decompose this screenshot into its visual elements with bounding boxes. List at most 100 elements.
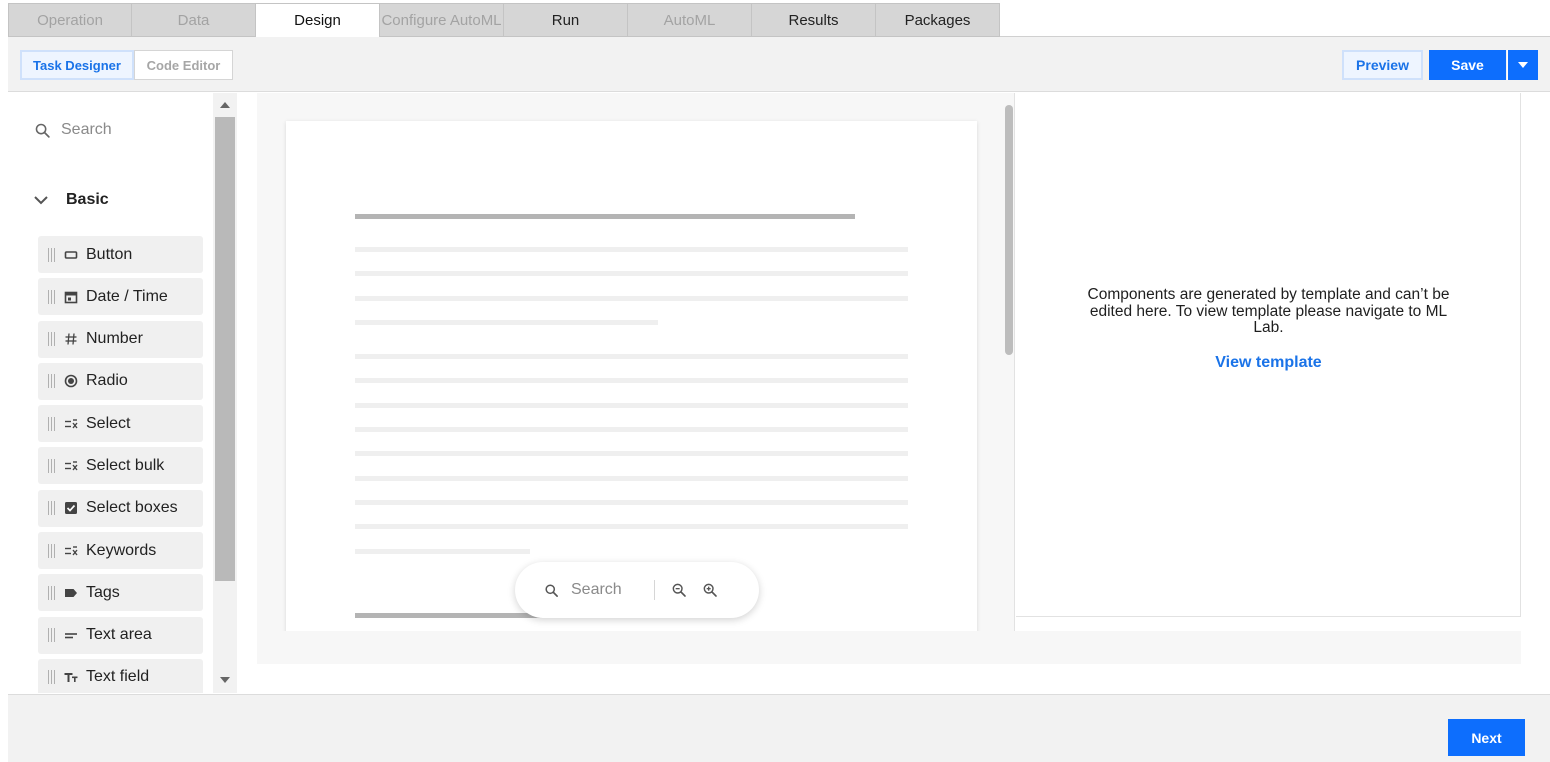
scroll-up-icon[interactable] xyxy=(220,102,230,108)
footer: Next xyxy=(8,694,1550,762)
save-button[interactable]: Save xyxy=(1429,50,1506,80)
text-placeholder xyxy=(355,549,530,554)
scroll-thumb[interactable] xyxy=(215,117,235,581)
component-search-placeholder: Search xyxy=(61,121,112,138)
tab-packages[interactable]: Packages xyxy=(876,3,1000,37)
calendar-icon xyxy=(64,290,78,304)
search-icon[interactable] xyxy=(544,583,559,598)
design-canvas xyxy=(257,93,1015,631)
text-placeholder xyxy=(355,320,658,325)
component-label: Text area xyxy=(86,626,152,644)
canvas-bottom-strip xyxy=(257,631,1521,664)
radio-icon xyxy=(64,374,78,388)
drag-handle-icon[interactable] xyxy=(48,628,58,643)
component-label: Date / Time xyxy=(86,287,168,305)
properties-panel: Components are generated by template and… xyxy=(1016,93,1521,617)
drag-handle-icon[interactable] xyxy=(48,416,58,431)
tab-configure-automl[interactable]: Configure AutoML xyxy=(380,3,504,37)
component-label: Number xyxy=(86,330,143,348)
component-select[interactable]: Select xyxy=(38,405,203,443)
sidebar-scrollbar[interactable] xyxy=(213,93,237,693)
component-tags[interactable]: Tags xyxy=(38,574,203,612)
drag-handle-icon[interactable] xyxy=(48,543,58,558)
title-placeholder xyxy=(355,214,855,219)
task-designer-button[interactable]: Task Designer xyxy=(20,50,134,80)
text-placeholder xyxy=(355,476,908,481)
drag-handle-icon[interactable] xyxy=(48,247,58,262)
canvas-search-toolbar: Search xyxy=(515,562,759,618)
drag-handle-icon[interactable] xyxy=(48,332,58,347)
component-label: Text field xyxy=(86,668,150,686)
view-template-link[interactable]: View template xyxy=(1016,354,1521,372)
checkbox-icon xyxy=(64,501,78,515)
component-radio[interactable]: Radio xyxy=(38,362,203,400)
component-list: Button Date / Time Number Radio Select S… xyxy=(38,236,203,693)
canvas-search-input[interactable]: Search xyxy=(571,581,622,599)
basic-group-header[interactable]: Basic xyxy=(34,191,109,209)
text-placeholder xyxy=(355,427,908,432)
select-icon xyxy=(64,417,78,431)
drag-handle-icon[interactable] xyxy=(48,585,58,600)
drag-handle-icon[interactable] xyxy=(48,670,58,685)
drag-handle-icon[interactable] xyxy=(48,501,58,516)
component-date-time[interactable]: Date / Time xyxy=(38,278,203,316)
tab-design[interactable]: Design xyxy=(256,3,380,37)
text-placeholder xyxy=(355,296,908,301)
canvas-scrollbar[interactable] xyxy=(1005,105,1013,355)
text-area-icon xyxy=(64,628,78,642)
text-placeholder xyxy=(355,524,908,529)
component-label: Button xyxy=(86,245,133,263)
text-placeholder xyxy=(355,247,908,252)
hash-icon xyxy=(64,332,78,346)
component-select-boxes[interactable]: Select boxes xyxy=(38,489,203,527)
component-select-bulk[interactable]: Select bulk xyxy=(38,447,203,485)
tab-bar: Operation Data Design Configure AutoML R… xyxy=(8,3,1000,37)
zoom-in-icon[interactable] xyxy=(702,582,718,598)
tag-icon xyxy=(64,586,78,600)
select-icon xyxy=(64,459,78,473)
component-sidebar: Search Basic Button Date / Time Number R… xyxy=(8,93,213,693)
text-placeholder xyxy=(355,500,908,505)
group-label: Basic xyxy=(66,191,109,208)
tab-automl[interactable]: AutoML xyxy=(628,3,752,37)
tab-run[interactable]: Run xyxy=(504,3,628,37)
component-label: Tags xyxy=(86,583,120,601)
button-icon xyxy=(64,248,78,262)
component-search[interactable]: Search xyxy=(34,119,112,141)
divider xyxy=(653,580,655,600)
scroll-down-icon[interactable] xyxy=(220,677,230,683)
search-icon xyxy=(35,123,50,138)
tab-results[interactable]: Results xyxy=(752,3,876,37)
caret-down-icon xyxy=(1518,62,1528,68)
preview-button[interactable]: Preview xyxy=(1342,50,1423,80)
component-label: Select xyxy=(86,414,131,432)
component-label: Select boxes xyxy=(86,499,178,517)
drag-handle-icon[interactable] xyxy=(48,289,58,304)
code-editor-button[interactable]: Code Editor xyxy=(134,50,233,80)
text-placeholder xyxy=(355,451,908,456)
next-button[interactable]: Next xyxy=(1448,719,1525,756)
template-preview-page xyxy=(286,121,977,631)
tab-data[interactable]: Data xyxy=(132,3,256,37)
component-text-field[interactable]: Text field xyxy=(38,658,203,693)
zoom-out-icon[interactable] xyxy=(671,582,687,598)
text-placeholder xyxy=(355,403,908,408)
component-label: Keywords xyxy=(86,541,157,559)
tab-operation[interactable]: Operation xyxy=(8,3,132,37)
component-label: Radio xyxy=(86,372,128,390)
component-button[interactable]: Button xyxy=(38,236,203,273)
component-text-area[interactable]: Text area xyxy=(38,616,203,654)
component-number[interactable]: Number xyxy=(38,320,203,358)
text-placeholder xyxy=(355,378,908,383)
drag-handle-icon[interactable] xyxy=(48,374,58,389)
text-placeholder xyxy=(355,271,908,276)
template-info-message: Components are generated by template and… xyxy=(1087,286,1450,336)
select-icon xyxy=(64,544,78,558)
toolbar: Task Designer Code Editor Preview Save xyxy=(8,37,1550,92)
drag-handle-icon[interactable] xyxy=(48,458,58,473)
save-options-button[interactable] xyxy=(1507,50,1538,80)
component-label: Select bulk xyxy=(86,456,165,474)
text-field-icon xyxy=(64,670,78,684)
chevron-down-icon xyxy=(34,196,48,205)
component-keywords[interactable]: Keywords xyxy=(38,532,203,570)
